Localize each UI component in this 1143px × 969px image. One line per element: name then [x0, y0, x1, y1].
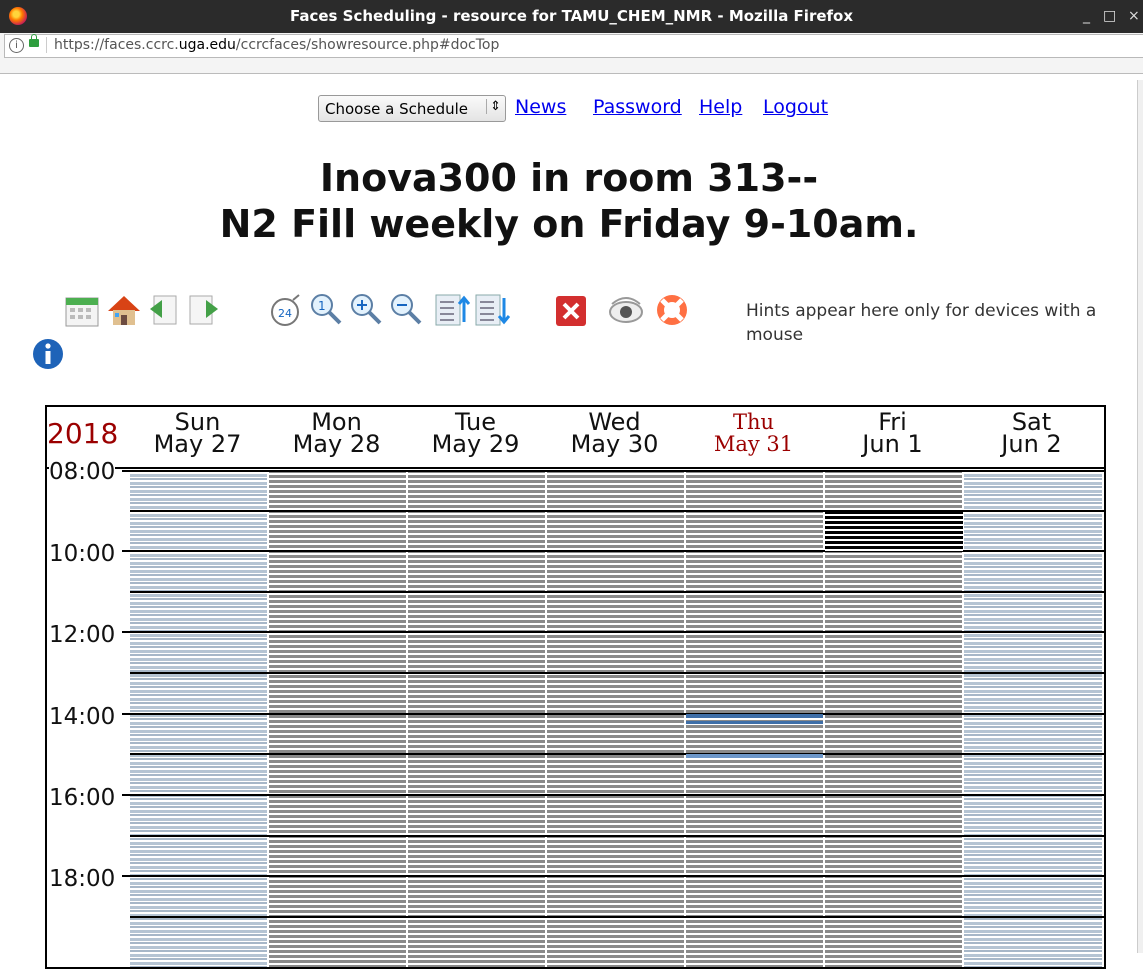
hour-line — [122, 470, 1104, 472]
day-header-mon[interactable]: Mon May 28 — [267, 410, 406, 458]
hour-line — [122, 794, 1104, 796]
schedule-select-label: Choose a Schedule — [325, 100, 469, 118]
time-label: 16:00 — [49, 785, 116, 811]
day-date: Jun 2 — [1001, 430, 1062, 458]
home-icon[interactable] — [106, 292, 142, 328]
close-window-button[interactable]: × — [1128, 8, 1140, 24]
day-date: May 27 — [153, 430, 242, 458]
zoom-reset-icon[interactable]: 1 — [308, 292, 344, 328]
select-arrows-icon: ⇕ — [486, 99, 501, 114]
thu-slot-highlight[interactable] — [686, 714, 823, 718]
scroll-up-icon[interactable] — [434, 292, 470, 328]
day-date: May 29 — [431, 430, 520, 458]
day-column-tue[interactable] — [408, 470, 546, 967]
hour-line — [122, 713, 1104, 715]
day-header-sat[interactable]: Sat Jun 2 — [962, 410, 1101, 458]
page-title-line2: N2 Fill weekly on Friday 9-10am. — [219, 202, 919, 246]
day-header-wed[interactable]: Wed May 30 — [545, 410, 684, 458]
url-text: https://faces.ccrc.uga.edu/ccrcfaces/sho… — [54, 37, 499, 53]
address-bar: i https://faces.ccrc.uga.edu/ccrcfaces/s… — [0, 33, 1143, 74]
hour-line — [130, 835, 1104, 837]
day-date: Jun 1 — [862, 430, 923, 458]
time-label: 18:00 — [49, 866, 116, 892]
day-dow: Thu — [732, 410, 775, 434]
previous-week-icon[interactable] — [146, 292, 182, 328]
column-divider — [545, 470, 547, 967]
url-prefix: https://faces.ccrc. — [54, 37, 179, 53]
day-header-tue[interactable]: Tue May 29 — [406, 410, 545, 458]
calendar-year: 2018 — [47, 417, 119, 450]
column-divider — [406, 470, 408, 967]
time-label: 14:00 — [49, 704, 116, 730]
day-column-mon[interactable] — [269, 470, 407, 967]
day-column-sun[interactable] — [130, 470, 268, 967]
column-divider — [267, 470, 269, 967]
day-date: May 30 — [570, 430, 659, 458]
calendar-icon[interactable] — [64, 292, 100, 328]
url-domain: uga.edu — [178, 37, 236, 53]
svg-text:1: 1 — [318, 299, 326, 313]
thu-slot-highlight[interactable] — [686, 754, 823, 758]
hour-line — [130, 591, 1104, 593]
day-date: May 31 — [713, 432, 794, 456]
lock-icon — [29, 34, 39, 47]
info-icon[interactable] — [30, 336, 66, 372]
time-label: 08:00 — [49, 459, 116, 485]
url-field[interactable]: i https://faces.ccrc.uga.edu/ccrcfaces/s… — [4, 34, 1143, 58]
help-lifebuoy-icon[interactable] — [654, 292, 690, 328]
url-path: /ccrcfaces/showresource.php#docTop — [235, 37, 500, 53]
schedule-select[interactable]: Choose a Schedule ⇕ — [318, 95, 506, 122]
svg-text:24: 24 — [278, 307, 292, 320]
scroll-down-icon[interactable] — [474, 292, 510, 328]
next-week-icon[interactable] — [186, 292, 222, 328]
close-icon[interactable] — [553, 292, 589, 328]
hour-line — [122, 875, 1104, 877]
24-hour-icon[interactable]: 24 — [268, 292, 304, 328]
hour-line — [122, 631, 1104, 633]
logout-link[interactable]: Logout — [763, 96, 828, 118]
day-header-thu-today[interactable]: Thu May 31 — [684, 411, 823, 455]
site-info-icon[interactable]: i — [9, 38, 24, 53]
window-title: Faces Scheduling - resource for TAMU_CHE… — [289, 7, 854, 25]
week-calendar: 2018 Sun May 27 Mon May 28 Tue May 29 Wed Ma… — [45, 405, 1106, 969]
booking-n2-fill[interactable] — [825, 511, 963, 551]
hints-text: Hints appear here only for devices with … — [746, 301, 1097, 345]
news-link[interactable]: News — [515, 96, 566, 118]
password-link[interactable]: Password — [593, 96, 682, 118]
zoom-in-icon[interactable] — [348, 292, 384, 328]
view-icon[interactable] — [608, 292, 644, 328]
day-date: May 28 — [292, 430, 381, 458]
day-column-thu[interactable] — [686, 470, 824, 967]
day-column-wed[interactable] — [547, 470, 685, 967]
minimize-button[interactable]: _ — [1083, 8, 1090, 24]
window-titlebar: Faces Scheduling - resource for TAMU_CHE… — [0, 0, 1143, 33]
column-divider — [684, 470, 686, 967]
maximize-button[interactable]: □ — [1103, 8, 1116, 24]
header-divider — [47, 467, 1104, 469]
help-link[interactable]: Help — [699, 96, 742, 118]
day-column-sat[interactable] — [964, 470, 1102, 967]
zoom-out-icon[interactable] — [388, 292, 424, 328]
time-label: 12:00 — [49, 622, 116, 648]
day-header-fri[interactable]: Fri Jun 1 — [823, 410, 962, 458]
hour-line — [130, 916, 1104, 918]
url-separator — [46, 37, 47, 53]
page-title-line1: Inova300 in room 313-- — [319, 156, 819, 200]
day-header-sun[interactable]: Sun May 27 — [128, 410, 267, 458]
thu-slot-highlight[interactable] — [686, 721, 823, 724]
time-label: 10:00 — [49, 541, 116, 567]
hour-line — [130, 753, 1104, 755]
hour-line — [130, 672, 1104, 674]
